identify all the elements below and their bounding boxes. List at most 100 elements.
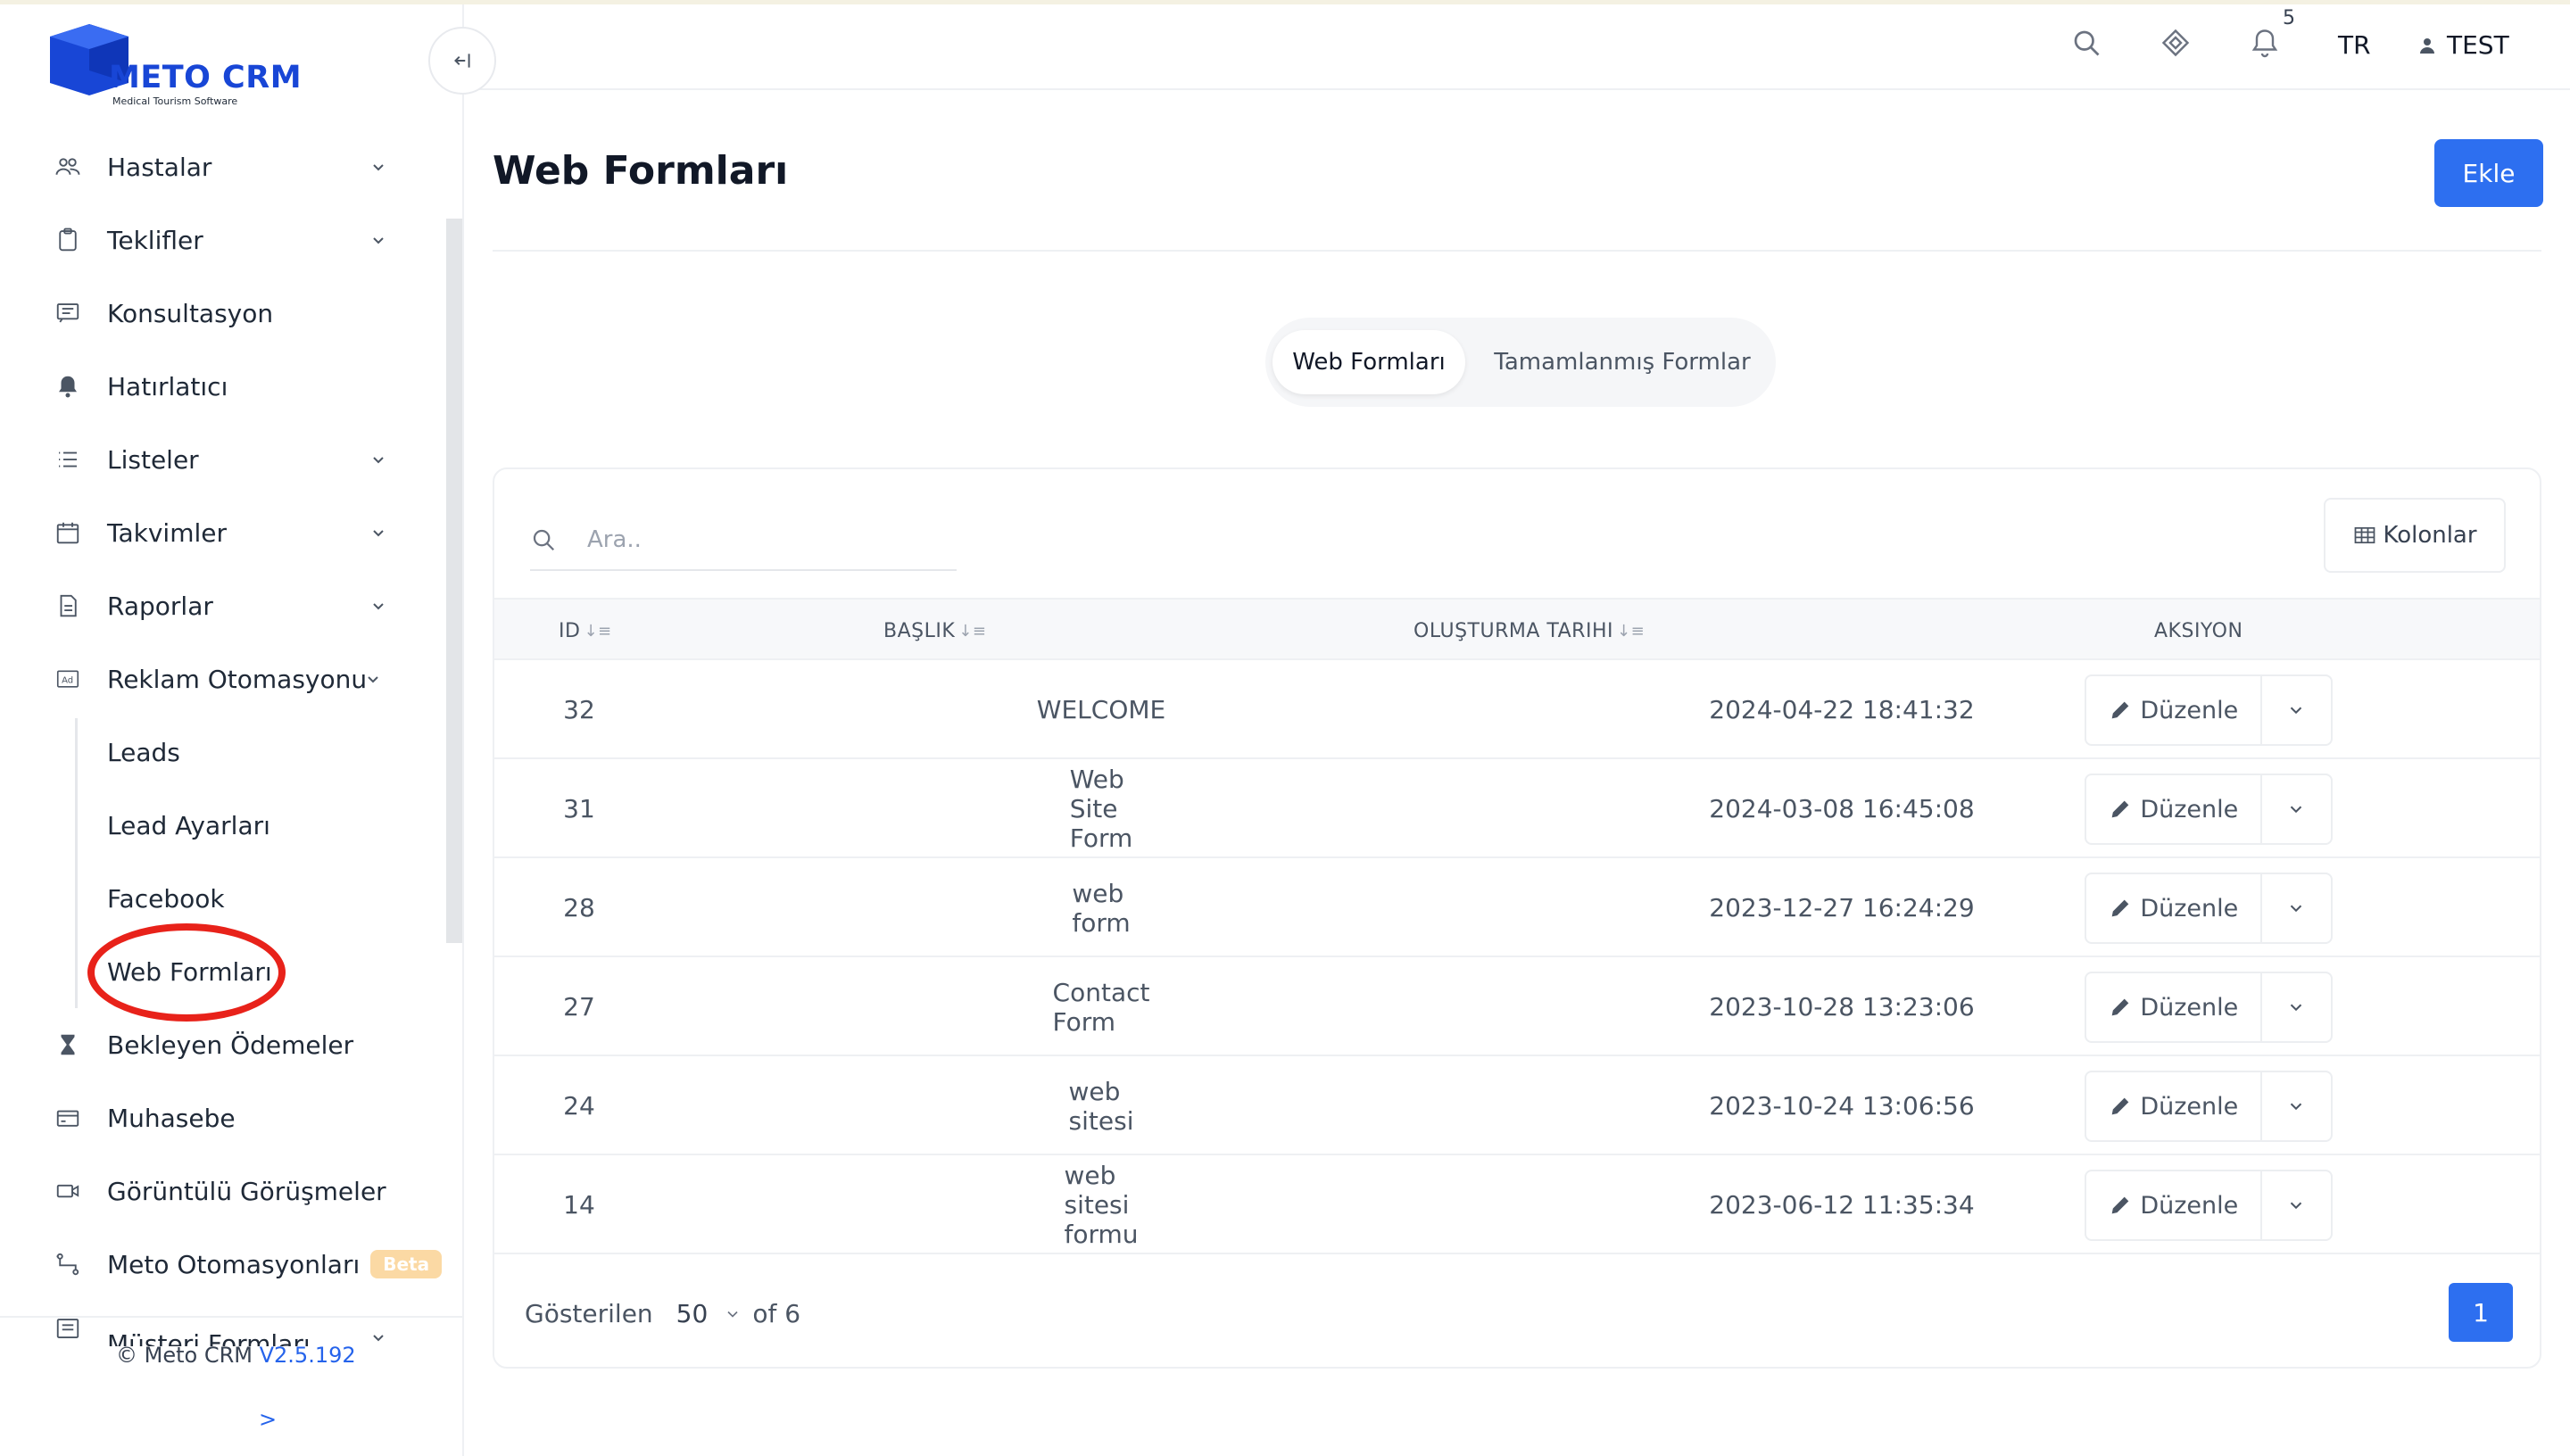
diamond-icon[interactable]	[2160, 27, 2192, 59]
sidebar-item-label: Listeler	[107, 444, 199, 475]
action-group: Düzenle	[2085, 972, 2333, 1043]
tab-web-formlari[interactable]: Web Formları	[1273, 330, 1465, 394]
sidebar-subitem-web-formlari[interactable]: Web Formları	[107, 945, 446, 998]
search-input[interactable]	[587, 526, 926, 553]
sidebar-subitem-facebook[interactable]: Facebook	[107, 872, 446, 925]
sidebar-item-raporlar[interactable]: Raporlar	[50, 579, 389, 633]
cell-date: 2023-10-28 13:23:06	[1709, 992, 1975, 1022]
sidebar-subitem-leads[interactable]: Leads	[107, 725, 446, 779]
action-dropdown-button[interactable]	[2262, 973, 2331, 1041]
sidebar-item-goruntulu-gorusmeler[interactable]: Görüntülü Görüşmeler	[50, 1164, 389, 1218]
copyright-text: © Meto CRM	[116, 1343, 253, 1368]
user-menu[interactable]: TEST	[2417, 30, 2509, 60]
edit-button[interactable]: Düzenle	[2086, 1072, 2262, 1140]
flow-icon	[50, 1246, 86, 1282]
table-icon	[2355, 526, 2375, 544]
sidebar-item-hastalar[interactable]: Hastalar	[50, 140, 389, 194]
collapse-sidebar-button[interactable]	[428, 27, 496, 95]
add-button[interactable]: Ekle	[2434, 139, 2543, 207]
sidebar-item-label: Raporlar	[107, 591, 213, 621]
sort-icon: ↓≡	[958, 621, 987, 641]
column-header-id[interactable]: ID ↓≡	[559, 600, 612, 662]
sidebar-item-label: Lead Ayarları	[107, 810, 270, 840]
hourglass-icon	[50, 1027, 86, 1063]
sidebar-item-label: Bekleyen Ödemeler	[107, 1030, 354, 1060]
action-group: Düzenle	[2085, 1170, 2333, 1241]
sidebar-item-teklifler[interactable]: Teklifler	[50, 213, 389, 267]
notification-bell-icon[interactable]	[2249, 27, 2281, 59]
page-size-select[interactable]: 50	[676, 1299, 709, 1328]
tab-bar: Web Formları Tamamlanmış Formlar	[1265, 318, 1776, 407]
edit-button[interactable]: Düzenle	[2086, 775, 2262, 843]
search-icon[interactable]	[2070, 27, 2102, 59]
action-dropdown-button[interactable]	[2262, 676, 2331, 744]
columns-button[interactable]: Kolonlar	[2324, 498, 2506, 573]
table-row: 31 Web Site Form 2024-03-08 16:45:08 Düzenl…	[494, 759, 2540, 858]
tab-tamamlanmis-formlar[interactable]: Tamamlanmış Formlar	[1480, 330, 1765, 394]
sidebar-item-label: Web Formları	[107, 956, 272, 987]
calendar-icon	[50, 515, 86, 550]
cell-date: 2024-04-22 18:41:32	[1709, 695, 1975, 724]
chevron-down-icon	[368, 676, 378, 683]
table-row: 24 web sitesi 2023-10-24 13:06:56 Düzenle	[494, 1056, 2540, 1155]
expand-sidebar-button[interactable]: >	[259, 1407, 277, 1432]
sidebar-item-meto-otomasyonlari[interactable]: Meto Otomasyonları Beta	[50, 1237, 443, 1291]
chevron-down-icon	[373, 237, 384, 244]
page-button-1[interactable]: 1	[2449, 1283, 2513, 1342]
chevron-down-icon	[373, 1335, 384, 1342]
logo-brand: METO CRM	[109, 60, 303, 95]
sidebar-item-bekleyen-odemeler[interactable]: Bekleyen Ödemeler	[50, 1018, 389, 1071]
sidebar-item-takvimler[interactable]: Takvimler	[50, 506, 389, 559]
title-divider	[493, 250, 2541, 252]
sidebar-item-label: Konsultasyon	[107, 298, 274, 328]
chevron-down-icon	[2291, 707, 2302, 715]
sidebar-item-reklam-otomasyonu[interactable]: Ad Reklam Otomasyonu	[50, 652, 380, 706]
pencil-icon	[2111, 1196, 2129, 1214]
pencil-icon	[2111, 998, 2129, 1016]
chevron-down-icon	[2291, 905, 2302, 913]
sidebar-scrollbar[interactable]	[446, 219, 462, 943]
language-selector[interactable]: TR	[2338, 30, 2371, 60]
search-box	[530, 510, 957, 571]
sidebar: METO CRM Medical Tourism Software Hastal…	[0, 4, 464, 1456]
sidebar-subitem-lead-ayarlari[interactable]: Lead Ayarları	[107, 798, 446, 852]
sidebar-item-konsultasyon[interactable]: Konsultasyon	[50, 286, 389, 340]
cell-date: 2023-12-27 16:24:29	[1709, 893, 1975, 922]
column-header-olusturma-tarihi[interactable]: OLUŞTURMA TARIHI ↓≡	[1414, 600, 1645, 662]
table-row: 32 WELCOME 2024-04-22 18:41:32 Düzenle	[494, 660, 2540, 759]
sidebar-item-label: Facebook	[107, 883, 225, 914]
chevron-down-icon	[373, 457, 384, 464]
column-header-label: AKSIYON	[2154, 619, 2243, 642]
svg-text:Ad: Ad	[62, 675, 73, 685]
column-header-label: ID	[559, 619, 581, 642]
action-dropdown-button[interactable]	[2262, 874, 2331, 942]
column-header-baslik[interactable]: BAŞLIK ↓≡	[883, 600, 986, 662]
sidebar-item-label: Leads	[107, 737, 180, 767]
forms-table-card: Kolonlar ID↓≡ BAŞLIK↓≡ OLUŞTURMA TARIHI↓…	[493, 467, 2541, 1369]
chevron-down-icon	[373, 603, 384, 610]
edit-button[interactable]: Düzenle	[2086, 874, 2262, 942]
users-icon	[50, 149, 86, 185]
edit-button[interactable]: Düzenle	[2086, 973, 2262, 1041]
edit-button[interactable]: Düzenle	[2086, 1171, 2262, 1239]
cell-id: 14	[563, 1190, 595, 1220]
table-row: 28 web form 2023-12-27 16:24:29 Düzenle	[494, 858, 2540, 957]
sidebar-item-listeler[interactable]: Listeler	[50, 433, 389, 486]
chevron-down-icon[interactable]	[724, 1305, 742, 1323]
action-dropdown-button[interactable]	[2262, 1171, 2331, 1239]
edit-button[interactable]: Düzenle	[2086, 676, 2262, 744]
cell-id: 32	[563, 695, 595, 724]
edit-label: Düzenle	[2140, 696, 2239, 724]
action-dropdown-button[interactable]	[2262, 775, 2331, 843]
sidebar-item-hatirlatici[interactable]: Hatırlatıcı	[50, 360, 389, 413]
edit-label: Düzenle	[2140, 1092, 2239, 1121]
table-row: 14 web sitesi formu 2023-06-12 11:35:34 Düz…	[494, 1155, 2540, 1254]
list-icon	[50, 442, 86, 477]
logo[interactable]: METO CRM Medical Tourism Software	[50, 21, 318, 110]
action-dropdown-button[interactable]	[2262, 1072, 2331, 1140]
sidebar-item-muhasebe[interactable]: Muhasebe	[50, 1091, 389, 1145]
version-link[interactable]: V2.5.192	[260, 1343, 356, 1368]
sort-icon: ↓≡	[584, 621, 612, 641]
beta-badge: Beta	[370, 1250, 443, 1278]
column-header-label: BAŞLIK	[883, 619, 956, 642]
